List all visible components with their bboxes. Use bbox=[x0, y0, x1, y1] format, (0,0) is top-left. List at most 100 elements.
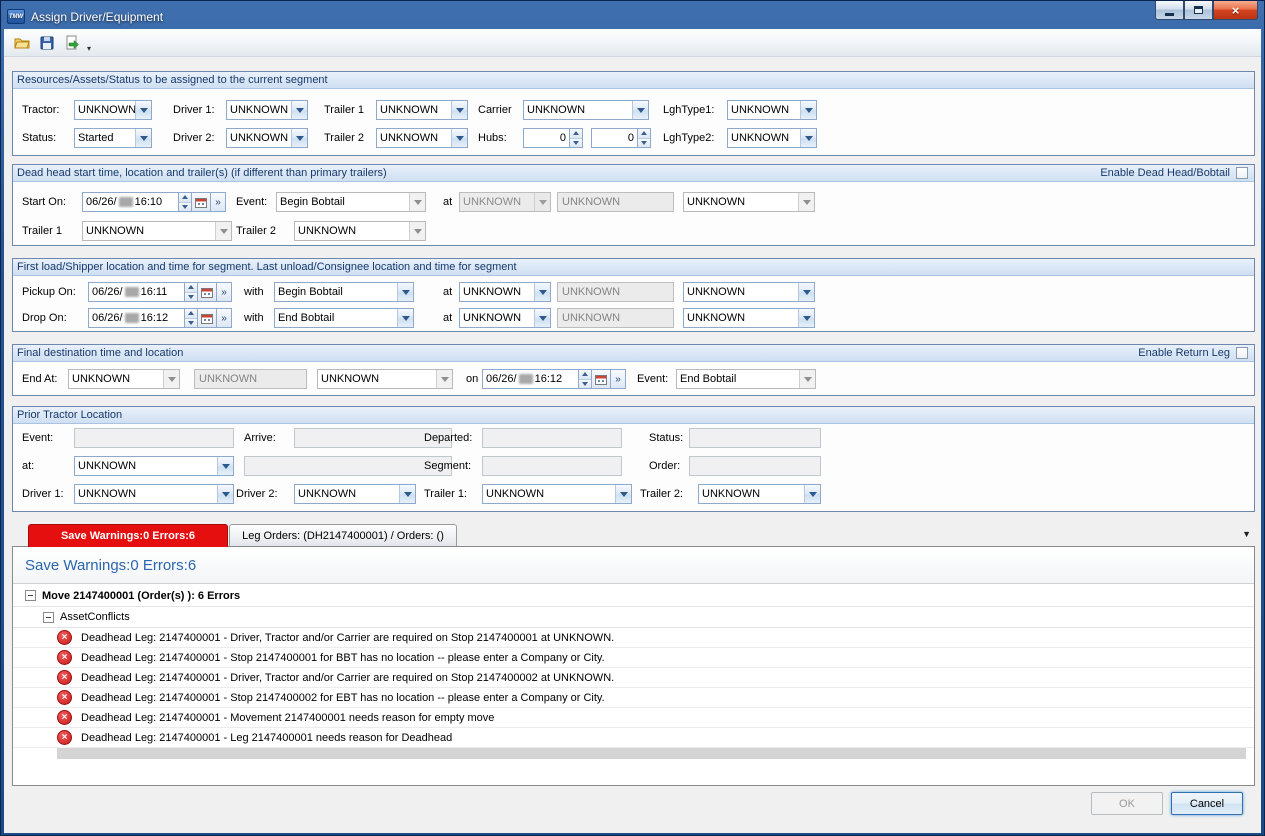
error-row[interactable]: ×Deadhead Leg: 2147400001 - Movement 214… bbox=[13, 708, 1254, 728]
spinner-buttons[interactable] bbox=[570, 128, 583, 148]
tab-menu-icon[interactable]: ▼ bbox=[1242, 529, 1251, 539]
pickup-datetime-text[interactable]: 06/26/16:11 bbox=[88, 282, 185, 302]
drop-datetime-text[interactable]: 06/26/16:12 bbox=[88, 308, 185, 328]
pickup-event-combo[interactable]: Begin Bobtail bbox=[274, 282, 414, 302]
dropdown-arrow-icon[interactable] bbox=[534, 309, 550, 327]
spin-up-icon[interactable] bbox=[579, 370, 591, 379]
error-row[interactable]: ×Deadhead Leg: 2147400001 - Stop 2147400… bbox=[13, 688, 1254, 708]
collapse-icon[interactable] bbox=[25, 590, 36, 601]
more-options-button[interactable]: » bbox=[211, 192, 226, 212]
prior-driver1-combo[interactable]: UNKNOWN bbox=[74, 484, 234, 504]
prior-event-field[interactable] bbox=[74, 428, 234, 448]
dropdown-arrow-icon[interactable] bbox=[397, 283, 413, 301]
error-row[interactable]: ×Deadhead Leg: 2147400001 - Leg 21474000… bbox=[13, 728, 1254, 748]
prior-status-field[interactable] bbox=[689, 428, 821, 448]
spin-down-icon[interactable] bbox=[570, 138, 582, 148]
prior-driver2-combo[interactable]: UNKNOWN bbox=[294, 484, 416, 504]
open-button[interactable] bbox=[9, 31, 34, 55]
spin-down-icon[interactable] bbox=[185, 292, 197, 302]
spin-up-icon[interactable] bbox=[179, 193, 191, 202]
lghtype1-combo[interactable]: UNKNOWN bbox=[727, 100, 817, 120]
datetime-spinner[interactable] bbox=[579, 369, 592, 389]
prior-departed-field[interactable] bbox=[482, 428, 622, 448]
dropdown-arrow-icon[interactable] bbox=[800, 101, 816, 119]
driver1-combo[interactable]: UNKNOWN bbox=[226, 100, 308, 120]
calendar-icon[interactable] bbox=[198, 282, 217, 302]
prior-at-detail-field[interactable] bbox=[244, 456, 452, 476]
prior-segment-field[interactable] bbox=[482, 456, 622, 476]
end-city-combo[interactable]: UNKNOWN bbox=[317, 369, 453, 389]
carrier-combo[interactable]: UNKNOWN bbox=[523, 100, 649, 120]
dropdown-arrow-icon[interactable] bbox=[397, 309, 413, 327]
dropdown-arrow-icon[interactable] bbox=[798, 193, 814, 211]
dropdown-arrow-icon[interactable] bbox=[451, 129, 467, 147]
dropdown-arrow-icon[interactable] bbox=[409, 222, 425, 240]
tab-save-warnings[interactable]: Save Warnings:0 Errors:6 bbox=[28, 524, 228, 547]
prior-trailer1-combo[interactable]: UNKNOWN bbox=[482, 484, 632, 504]
calendar-icon[interactable] bbox=[192, 192, 211, 212]
start-on-datetime-text[interactable]: 06/26/16:10 bbox=[82, 192, 179, 212]
more-options-button[interactable]: » bbox=[217, 308, 232, 328]
calendar-icon[interactable] bbox=[198, 308, 217, 328]
horizontal-scrollbar[interactable] bbox=[57, 748, 1246, 759]
pickup-location-combo[interactable]: UNKNOWN bbox=[459, 282, 551, 302]
start-on-datetime[interactable]: 06/26/16:10 » bbox=[82, 192, 226, 212]
spinner-buttons[interactable] bbox=[638, 128, 651, 148]
ok-button[interactable]: OK bbox=[1091, 792, 1163, 815]
dropdown-arrow-icon[interactable] bbox=[217, 485, 233, 503]
deadhead-event-combo[interactable]: Begin Bobtail bbox=[276, 192, 426, 212]
drop-location-combo[interactable]: UNKNOWN bbox=[459, 308, 551, 328]
tractor-combo[interactable]: UNKNOWN bbox=[74, 100, 152, 120]
dropdown-arrow-icon[interactable] bbox=[291, 101, 307, 119]
dropdown-arrow-icon[interactable] bbox=[291, 129, 307, 147]
status-combo[interactable]: Started bbox=[74, 128, 152, 148]
toolbar-overflow-icon[interactable]: ▾ bbox=[87, 44, 91, 56]
dropdown-arrow-icon[interactable] bbox=[135, 129, 151, 147]
export-button[interactable] bbox=[59, 31, 84, 55]
dropdown-arrow-icon[interactable] bbox=[804, 485, 820, 503]
end-datetime[interactable]: 06/26/16:12 » bbox=[482, 369, 626, 389]
spin-up-icon[interactable] bbox=[570, 129, 582, 138]
more-options-button[interactable]: » bbox=[611, 369, 626, 389]
dropdown-arrow-icon[interactable] bbox=[217, 457, 233, 475]
save-button[interactable] bbox=[34, 31, 59, 55]
calendar-icon[interactable] bbox=[592, 369, 611, 389]
spin-down-icon[interactable] bbox=[179, 202, 191, 212]
deadhead-city-combo[interactable]: UNKNOWN bbox=[683, 192, 815, 212]
spin-up-icon[interactable] bbox=[185, 283, 197, 292]
dropdown-arrow-icon[interactable] bbox=[798, 283, 814, 301]
deadhead-location-combo[interactable]: UNKNOWN bbox=[459, 192, 551, 212]
dropdown-arrow-icon[interactable] bbox=[135, 101, 151, 119]
deadhead-trailer1-combo[interactable]: UNKNOWN bbox=[82, 221, 232, 241]
pickup-datetime[interactable]: 06/26/16:11 » bbox=[88, 282, 232, 302]
dropdown-arrow-icon[interactable] bbox=[534, 193, 550, 211]
driver2-combo[interactable]: UNKNOWN bbox=[226, 128, 308, 148]
drop-city-combo[interactable]: UNKNOWN bbox=[683, 308, 815, 328]
minimize-button[interactable] bbox=[1155, 1, 1184, 20]
maximize-button[interactable] bbox=[1184, 1, 1213, 20]
prior-order-field[interactable] bbox=[689, 456, 821, 476]
dropdown-arrow-icon[interactable] bbox=[800, 129, 816, 147]
prior-at-combo[interactable]: UNKNOWN bbox=[74, 456, 234, 476]
deadhead-company-field[interactable] bbox=[557, 192, 674, 212]
drop-event-combo[interactable]: End Bobtail bbox=[274, 308, 414, 328]
lghtype2-combo[interactable]: UNKNOWN bbox=[727, 128, 817, 148]
spin-up-icon[interactable] bbox=[638, 129, 650, 138]
end-company-field[interactable] bbox=[194, 369, 307, 389]
dropdown-arrow-icon[interactable] bbox=[632, 101, 648, 119]
datetime-spinner[interactable] bbox=[179, 192, 192, 212]
drop-datetime[interactable]: 06/26/16:12 » bbox=[88, 308, 232, 328]
title-bar[interactable]: TMW Assign Driver/Equipment × bbox=[4, 4, 1261, 29]
dropdown-arrow-icon[interactable] bbox=[436, 370, 452, 388]
hubs1-spinner[interactable]: 0 bbox=[523, 128, 583, 148]
dropdown-arrow-icon[interactable] bbox=[409, 193, 425, 211]
deadhead-trailer2-combo[interactable]: UNKNOWN bbox=[294, 221, 426, 241]
datetime-spinner[interactable] bbox=[185, 282, 198, 302]
trailer1-combo[interactable]: UNKNOWN bbox=[376, 100, 468, 120]
dropdown-arrow-icon[interactable] bbox=[615, 485, 631, 503]
pickup-city-combo[interactable]: UNKNOWN bbox=[683, 282, 815, 302]
spin-up-icon[interactable] bbox=[185, 309, 197, 318]
error-row[interactable]: ×Deadhead Leg: 2147400001 - Stop 2147400… bbox=[13, 648, 1254, 668]
cancel-button[interactable]: Cancel bbox=[1171, 792, 1243, 815]
datetime-spinner[interactable] bbox=[185, 308, 198, 328]
